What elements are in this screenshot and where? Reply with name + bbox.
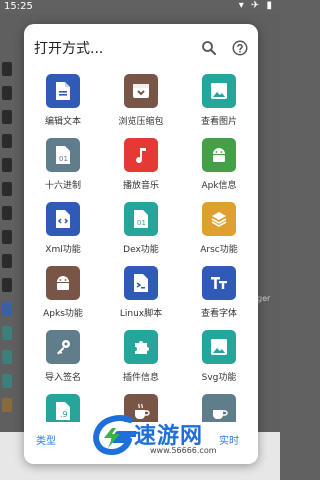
font-icon <box>211 277 227 289</box>
terminal-icon <box>134 274 148 292</box>
grid-item-arsc[interactable]: Arsc功能 <box>180 202 258 266</box>
nine-patch-icon: .9 <box>56 402 70 420</box>
grid-item-edit-text[interactable]: 编辑文本 <box>24 74 102 138</box>
grid-item-label: 十六进制 <box>44 181 81 191</box>
grid-item-apks[interactable]: Apks功能 <box>24 266 102 330</box>
layers-icon <box>211 212 227 227</box>
code-file-icon <box>56 210 70 228</box>
background-row <box>2 350 12 364</box>
status-time: 15:25 <box>4 1 33 12</box>
tile <box>124 74 158 108</box>
background-row <box>2 62 12 76</box>
archive-box-icon <box>133 84 149 98</box>
grid-item-apk-info[interactable]: Apk信息 <box>180 138 258 202</box>
help-icon[interactable] <box>231 39 249 57</box>
grid-item-import-signature[interactable]: 导入签名 <box>24 330 102 394</box>
svg-text:01: 01 <box>137 219 146 227</box>
grid-item-label: 查看字体 <box>200 309 237 319</box>
grid-item-linux-script[interactable]: Linux脚本 <box>102 266 180 330</box>
file-text-icon <box>56 82 70 100</box>
grid-item-label: Apks功能 <box>43 309 83 319</box>
grid-item-browse-archive[interactable]: 浏览压缩包 <box>102 74 180 138</box>
tile <box>46 202 80 236</box>
grid-item-hex[interactable]: 01 十六进制 <box>24 138 102 202</box>
grid-item-xml[interactable]: Xml功能 <box>24 202 102 266</box>
android-icon <box>57 276 69 290</box>
tile: 01 <box>124 202 158 236</box>
grid-item-label: Svg功能 <box>201 373 237 383</box>
background-row <box>2 302 12 316</box>
grid-item-label: Apk信息 <box>201 181 237 191</box>
grid-item-label: Dex功能 <box>123 245 159 255</box>
grid-item-label: Linux脚本 <box>119 309 163 319</box>
grid-item-label: 播放音乐 <box>122 181 159 191</box>
background-text: ger <box>257 294 271 303</box>
grid-item-plugin-info[interactable]: 插件信息 <box>102 330 180 394</box>
grid-item-label: 查看图片 <box>200 117 237 127</box>
tile <box>124 330 158 364</box>
tile <box>202 74 236 108</box>
tile <box>46 266 80 300</box>
tile <box>124 266 158 300</box>
svg-text:.9: .9 <box>60 410 68 419</box>
dialog-title: 打开方式... <box>34 41 104 57</box>
tile <box>46 330 80 364</box>
background-row <box>2 206 12 220</box>
open-with-dialog: 打开方式... 编辑文本 浏览压缩包 查看图片 01 十六进制 播放音乐 Apk… <box>24 24 258 464</box>
background-row <box>2 134 12 148</box>
watermark-logo-icon <box>93 415 136 455</box>
search-icon[interactable] <box>200 39 218 57</box>
dex-file-icon: 01 <box>134 210 148 228</box>
grid-item-label: 浏览压缩包 <box>118 117 164 127</box>
watermark-url: www.56666.com <box>150 446 217 455</box>
grid-item-label: 插件信息 <box>122 373 159 383</box>
grid-item-svg[interactable]: Svg功能 <box>180 330 258 394</box>
image-icon <box>211 339 227 355</box>
type-button[interactable]: 类型 <box>36 432 56 447</box>
background-row <box>2 110 12 124</box>
background-row <box>2 158 12 172</box>
tile <box>202 330 236 364</box>
background-row <box>2 254 12 268</box>
tile: 01 <box>46 138 80 172</box>
grid-item-view-image[interactable]: 查看图片 <box>180 74 258 138</box>
music-note-icon <box>136 148 146 164</box>
tile <box>202 266 236 300</box>
tile <box>124 138 158 172</box>
tile <box>202 138 236 172</box>
background-row <box>2 278 12 292</box>
hex-file-icon: 01 <box>56 146 70 164</box>
grid-item-label: Xml功能 <box>45 245 81 255</box>
tile <box>46 74 80 108</box>
key-icon <box>57 340 70 355</box>
background-row <box>2 398 12 412</box>
grid-item-dex[interactable]: 01 Dex功能 <box>102 202 180 266</box>
status-icons: ▾ ✈ ▮ <box>238 0 274 11</box>
grid-item-view-font[interactable]: 查看字体 <box>180 266 258 330</box>
grid-item-label: Arsc功能 <box>200 245 238 255</box>
grid-item-label: 导入签名 <box>44 373 81 383</box>
watermark: 速游网 www.56666.com <box>90 412 260 462</box>
android-icon <box>213 148 225 162</box>
background-row <box>2 374 12 388</box>
status-bar: 15:25 ▾ ✈ ▮ <box>0 0 280 14</box>
tile <box>202 202 236 236</box>
background-row <box>2 230 12 244</box>
background-row <box>2 86 12 100</box>
grid-item-play-music[interactable]: 播放音乐 <box>102 138 180 202</box>
image-icon <box>211 83 227 99</box>
background-row <box>2 326 12 340</box>
grid-item-label: 编辑文本 <box>44 117 81 127</box>
background-row <box>2 182 12 196</box>
puzzle-icon <box>135 341 149 354</box>
svg-text:01: 01 <box>59 155 68 163</box>
